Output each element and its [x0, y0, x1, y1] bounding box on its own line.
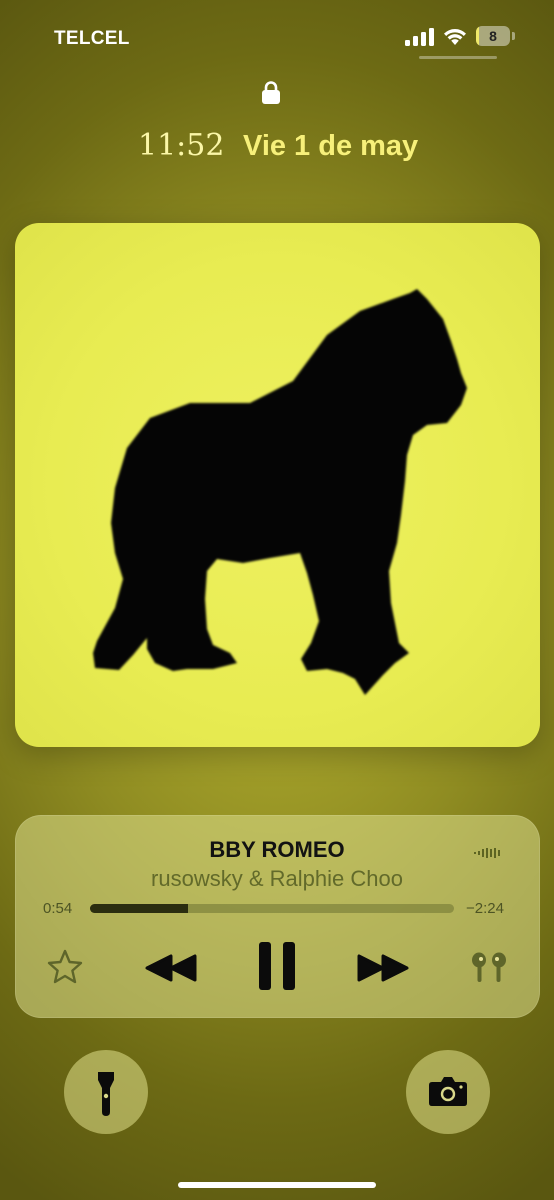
- playback-progress-fill: [90, 904, 189, 913]
- wifi-icon: [444, 29, 466, 45]
- lock-icon: [262, 81, 280, 104]
- audio-levels-icon[interactable]: [474, 846, 504, 860]
- pause-icon[interactable]: [255, 940, 299, 992]
- flashlight-icon: [98, 1072, 114, 1116]
- favorite-star-icon[interactable]: [46, 948, 84, 986]
- remaining-time: −2:24: [466, 900, 504, 917]
- battery-icon: 8: [476, 26, 516, 48]
- song-artist[interactable]: rusowsky & Ralphie Choo: [0, 866, 554, 892]
- camera-icon: [429, 1077, 467, 1106]
- airpods-icon[interactable]: [469, 948, 509, 988]
- flashlight-button[interactable]: [64, 1050, 148, 1134]
- gorilla-silhouette: [93, 289, 467, 695]
- status-bar-underline: [419, 56, 497, 59]
- elapsed-time: 0:54: [43, 900, 73, 917]
- camera-button[interactable]: [406, 1050, 490, 1134]
- lock-screen-time: 11:52: [138, 128, 225, 163]
- battery-percentage: 8: [489, 28, 497, 44]
- song-title[interactable]: BBY ROMEO: [0, 837, 554, 863]
- album-artwork[interactable]: [15, 223, 540, 747]
- playback-progress-bar[interactable]: [90, 904, 454, 913]
- lock-screen-date: Vie 1 de may: [243, 130, 419, 162]
- home-indicator[interactable]: [178, 1182, 376, 1188]
- carrier-name: TELCEL: [54, 28, 130, 49]
- fast-forward-icon[interactable]: [356, 948, 410, 988]
- rewind-icon[interactable]: [144, 948, 198, 988]
- cellular-signal-icon: [405, 28, 434, 46]
